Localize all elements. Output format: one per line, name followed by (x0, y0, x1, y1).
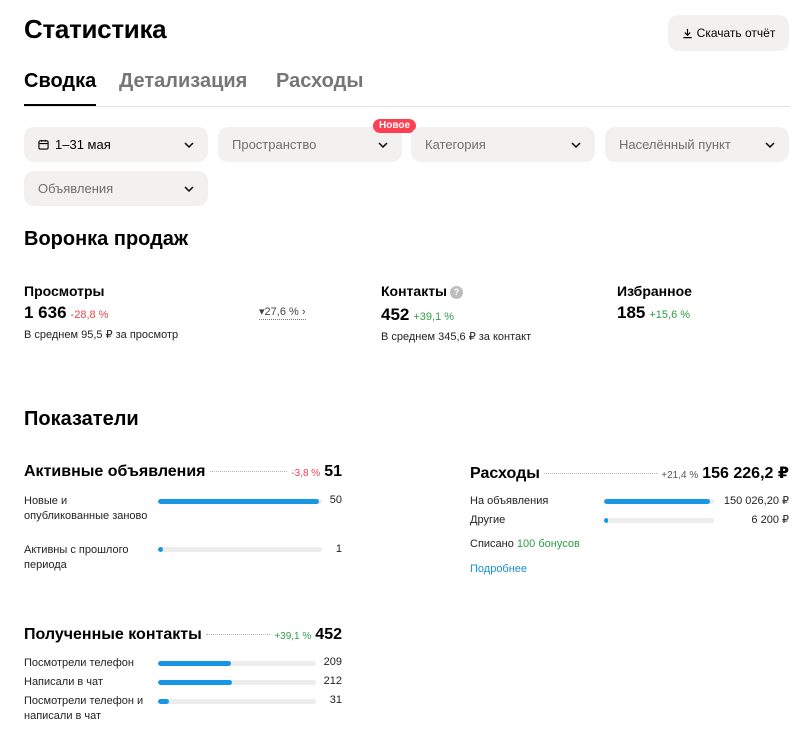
space-placeholder: Пространство (232, 137, 317, 152)
ads-placeholder: Объявления (38, 181, 114, 196)
active-ads-delta: -3,8 % (291, 468, 321, 479)
favorites-number: 185 (617, 303, 646, 322)
contacts-label: Контакты? (381, 283, 464, 299)
calendar-icon (38, 139, 49, 150)
progress-bar (158, 699, 316, 704)
category-select[interactable]: Категория (411, 127, 595, 162)
progress-bar (158, 499, 322, 504)
dotted-leader (205, 634, 271, 635)
row-value: 6 200 ₽ (751, 514, 789, 526)
row-label: Посмотрели телефон (24, 657, 134, 669)
bonus-amount: 100 бонусов (516, 538, 580, 550)
download-report-label: Скачать отчёт (696, 26, 776, 40)
chevron-down-icon (184, 186, 194, 193)
conversion-link[interactable]: ▾27,6 % › (259, 305, 306, 320)
written-off-text: Списано 100 бонусов (470, 538, 580, 550)
progress-bar (158, 547, 322, 552)
period-value: 1–31 мая (55, 137, 111, 152)
chevron-right-icon: › (298, 306, 306, 318)
chevron-down-icon (378, 142, 388, 149)
dotted-leader (209, 471, 288, 472)
period-select[interactable]: 1–31 мая (24, 127, 208, 162)
received-contacts-delta: +39,1 % (274, 631, 312, 642)
city-select[interactable]: Населённый пункт (605, 127, 789, 162)
new-badge: Новое (373, 119, 417, 133)
views-value: 1 636 -28,8 % (24, 303, 108, 323)
help-icon[interactable]: ? (450, 286, 464, 299)
row-value: 212 (323, 675, 342, 687)
category-placeholder: Категория (425, 137, 486, 152)
favorites-label: Избранное (617, 283, 692, 299)
progress-bar (604, 518, 714, 523)
row-label: Новые и опубликованные заново (24, 495, 148, 522)
contacts-avg: В среднем 345,6 ₽ за контакт (381, 331, 532, 343)
progress-fill (158, 499, 319, 504)
progress-bar (604, 499, 714, 504)
chevron-down-icon (184, 142, 194, 149)
expenses-header: Расходы +21,4 % 156 226,2 ₽ (470, 463, 789, 483)
active-ads-total: 51 (324, 463, 342, 480)
favorites-value: 185 +15,6 % (617, 303, 690, 323)
tab-expenses[interactable]: Расходы (276, 70, 363, 106)
page-title: Статистика (24, 14, 167, 44)
views-number: 1 636 (24, 303, 67, 322)
progress-bar (158, 661, 316, 666)
contacts-number: 452 (381, 305, 410, 324)
contacts-value: 452 +39,1 % (381, 305, 454, 325)
row-value: 1 (335, 543, 342, 555)
received-contacts-total: 452 (315, 626, 342, 643)
row-label: Посмотрели телефон и написали в чат (24, 695, 144, 722)
received-contacts-header: Полученные контакты +39,1 % 452 (24, 626, 342, 644)
space-select[interactable]: Пространство (218, 127, 402, 162)
expenses-delta: +21,4 % (661, 470, 699, 481)
row-value: 150 026,20 ₽ (723, 495, 789, 507)
row-value: 31 (329, 694, 342, 706)
funnel-title: Воронка продаж (24, 228, 189, 250)
written-off-label: Списано (470, 538, 514, 550)
progress-fill (158, 680, 233, 685)
expenses-label: Расходы (470, 465, 540, 482)
progress-bar (158, 680, 316, 685)
progress-fill (158, 661, 231, 666)
received-contacts-label: Полученные контакты (24, 626, 202, 643)
tabs-bar: Сводка Детализация Расходы (24, 70, 790, 107)
tab-summary[interactable]: Сводка (24, 70, 97, 106)
views-label: Просмотры (24, 283, 105, 299)
views-delta: -28,8 % (70, 309, 109, 321)
expenses-total: 156 226,2 ₽ (702, 465, 789, 482)
row-label: Написали в чат (24, 676, 103, 688)
views-avg: В среднем 95,5 ₽ за просмотр (24, 329, 179, 341)
active-ads-label: Активные объявления (24, 463, 206, 480)
ads-select[interactable]: Объявления (24, 171, 208, 206)
more-details-link[interactable]: Подробнее (470, 563, 527, 575)
row-value: 50 (329, 494, 342, 506)
chevron-down-icon (571, 142, 581, 149)
download-icon (683, 28, 692, 38)
favorites-delta: +15,6 % (649, 309, 691, 321)
city-placeholder: Населённый пункт (619, 137, 731, 152)
progress-fill (604, 499, 710, 504)
row-label: Активны с прошлого периода (24, 544, 129, 571)
tab-details[interactable]: Детализация (119, 70, 247, 106)
contacts-label-text: Контакты (381, 283, 448, 299)
progress-fill (158, 547, 163, 552)
row-label: Другие (470, 514, 506, 526)
dotted-leader (543, 473, 658, 474)
contacts-delta: +39,1 % (413, 311, 455, 323)
row-value: 209 (323, 656, 342, 668)
chevron-down-icon (765, 142, 775, 149)
row-label: На объявления (470, 495, 549, 507)
indicators-title: Показатели (24, 408, 139, 430)
progress-fill (604, 518, 609, 523)
progress-fill (158, 699, 170, 704)
download-report-button[interactable]: Скачать отчёт (668, 15, 789, 51)
conversion-value: 27,6 % (264, 306, 299, 318)
active-ads-header: Активные объявления -3,8 % 51 (24, 463, 342, 481)
